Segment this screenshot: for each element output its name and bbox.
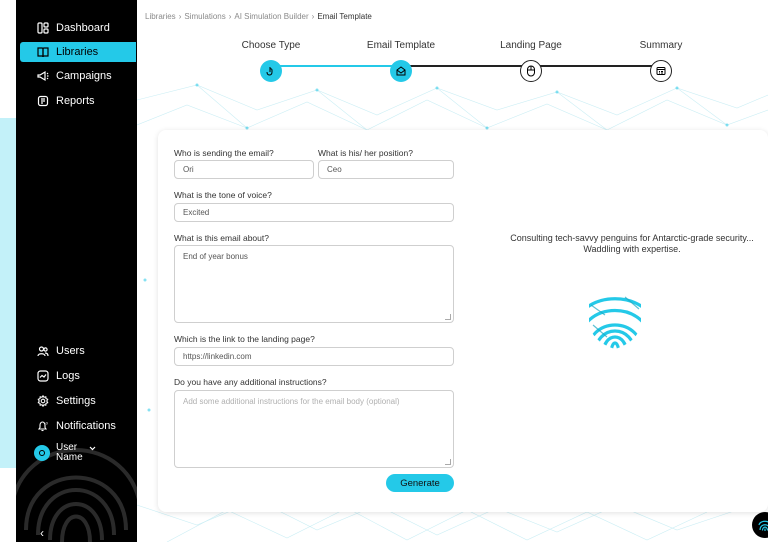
breadcrumb-separator: › bbox=[228, 12, 232, 21]
link-input[interactable]: https://linkedin.com bbox=[174, 347, 454, 366]
position-input[interactable]: Ceo bbox=[318, 160, 454, 179]
sidebar-item-libraries[interactable]: Libraries bbox=[20, 42, 136, 62]
sidebar-item-label: Notifications bbox=[56, 420, 116, 432]
sidebar-item-label: Users bbox=[56, 345, 85, 357]
dashboard-icon bbox=[36, 21, 50, 35]
resize-handle[interactable] bbox=[445, 314, 451, 320]
tone-label: What is the tone of voice? bbox=[174, 190, 272, 200]
position-label: What is his/ her position? bbox=[318, 148, 413, 158]
breadcrumb-separator: › bbox=[178, 12, 182, 21]
sidebar-item-notifications[interactable]: 0 Notifications bbox=[20, 416, 136, 436]
breadcrumb-ai-simulation-builder[interactable]: AI Simulation Builder bbox=[234, 12, 308, 21]
fingerprint-shield-icon bbox=[589, 296, 641, 349]
sender-input[interactable]: Ori bbox=[174, 160, 314, 179]
left-accent-strip bbox=[0, 118, 16, 468]
stepper: Choose Type Email Template Landing Page … bbox=[137, 40, 768, 90]
report-icon bbox=[36, 94, 50, 108]
avatar bbox=[34, 445, 50, 461]
sidebar-item-dashboard[interactable]: Dashboard bbox=[20, 18, 136, 38]
step-landing-page[interactable]: Landing Page bbox=[476, 40, 586, 82]
sidebar-item-label: Dashboard bbox=[56, 22, 110, 34]
sidebar-item-campaigns[interactable]: Campaigns bbox=[20, 66, 136, 86]
step-label: Landing Page bbox=[500, 40, 562, 51]
users-icon bbox=[36, 344, 50, 358]
bell-icon: 0 bbox=[36, 419, 50, 433]
sidebar-item-logs[interactable]: Logs bbox=[20, 366, 136, 386]
fingerprint-icon bbox=[758, 520, 768, 531]
about-label: What is this email about? bbox=[174, 233, 269, 243]
link-label: Which is the link to the landing page? bbox=[174, 334, 315, 344]
resize-handle[interactable] bbox=[445, 459, 451, 465]
sidebar-item-label: Reports bbox=[56, 95, 95, 107]
step-label: Choose Type bbox=[241, 40, 301, 51]
step-label: Summary bbox=[639, 40, 683, 51]
sender-label: Who is sending the email? bbox=[174, 148, 274, 158]
about-value: End of year bonus bbox=[183, 252, 248, 261]
sidebar-item-users[interactable]: Users bbox=[20, 341, 136, 361]
breadcrumb-libraries[interactable]: Libraries bbox=[145, 12, 176, 21]
step-label: Email Template bbox=[366, 40, 436, 51]
user-menu[interactable]: User Name bbox=[34, 443, 96, 463]
sidebar-item-settings[interactable]: Settings bbox=[20, 391, 136, 411]
mouse-icon bbox=[520, 60, 542, 82]
breadcrumb-separator: › bbox=[311, 12, 315, 21]
user-name-line2: Name bbox=[56, 452, 83, 463]
step-choose-type[interactable]: Choose Type bbox=[216, 40, 326, 82]
chevron-down-icon bbox=[89, 444, 96, 454]
about-textarea[interactable]: End of year bonus bbox=[174, 245, 454, 323]
sidebar-item-label: Settings bbox=[56, 395, 96, 407]
step-email-template[interactable]: Email Template bbox=[346, 40, 456, 82]
breadcrumb-simulations[interactable]: Simulations bbox=[184, 12, 225, 21]
pointer-icon bbox=[260, 60, 282, 82]
tagline: Consulting tech-savvy penguins for Antar… bbox=[510, 233, 754, 254]
sidebar-item-label: Logs bbox=[56, 370, 80, 382]
instructions-placeholder: Add some additional instructions for the… bbox=[183, 397, 400, 406]
step-summary[interactable]: Summary bbox=[606, 40, 716, 82]
gear-icon bbox=[36, 394, 50, 408]
tone-input[interactable]: Excited bbox=[174, 203, 454, 222]
sidebar-item-label: Libraries bbox=[56, 46, 99, 58]
instructions-textarea[interactable]: Add some additional instructions for the… bbox=[174, 390, 454, 468]
svg-text:0: 0 bbox=[46, 421, 49, 426]
email-template-card: Who is sending the email? What is his/ h… bbox=[158, 130, 768, 512]
breadcrumb-current: Email Template bbox=[317, 12, 372, 21]
logs-icon bbox=[36, 369, 50, 383]
breadcrumb: Libraries › Simulations › AI Simulation … bbox=[145, 12, 372, 21]
sidebar-item-label: Campaigns bbox=[56, 70, 112, 82]
book-icon bbox=[36, 45, 50, 59]
megaphone-icon bbox=[36, 69, 50, 83]
collapse-sidebar-button[interactable]: ‹ bbox=[40, 526, 44, 540]
generate-button[interactable]: Generate bbox=[386, 474, 454, 492]
envelope-icon bbox=[390, 60, 412, 82]
sidebar-item-reports[interactable]: Reports bbox=[20, 91, 136, 111]
sidebar: Dashboard Libraries Campaigns Reports Us… bbox=[16, 0, 137, 542]
instructions-label: Do you have any additional instructions? bbox=[174, 377, 327, 387]
summary-icon bbox=[650, 60, 672, 82]
